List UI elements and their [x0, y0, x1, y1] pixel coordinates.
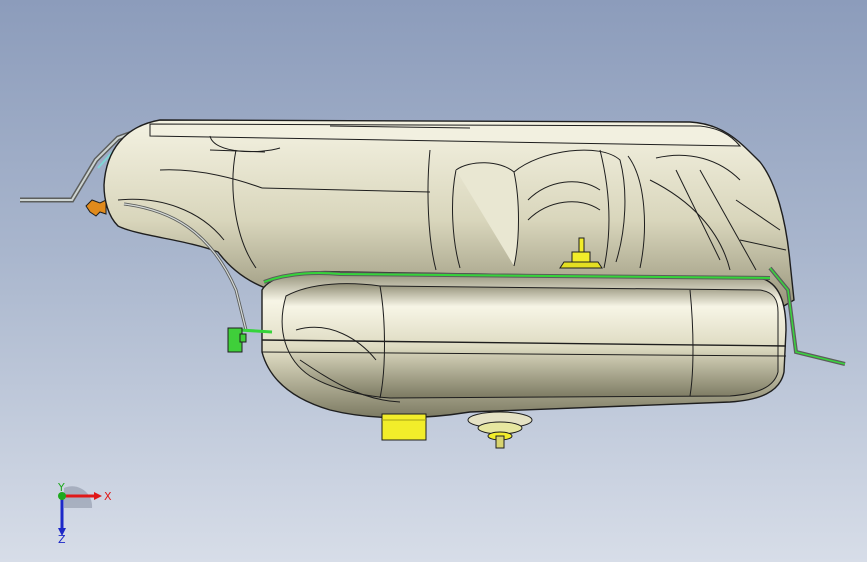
cad-viewport[interactable]: X Y Z [0, 0, 867, 562]
orientation-triad: X Y Z [57, 482, 112, 544]
x-axis-label: X [104, 490, 112, 503]
pump-flange [467, 411, 533, 449]
x-axis-arrow [94, 492, 102, 500]
hose-clip [85, 199, 107, 217]
y-axis-label: Y [57, 482, 65, 494]
bottom-connector [381, 413, 427, 441]
z-axis-label: Z [58, 533, 66, 544]
fuel-tank-model[interactable] [0, 0, 867, 562]
